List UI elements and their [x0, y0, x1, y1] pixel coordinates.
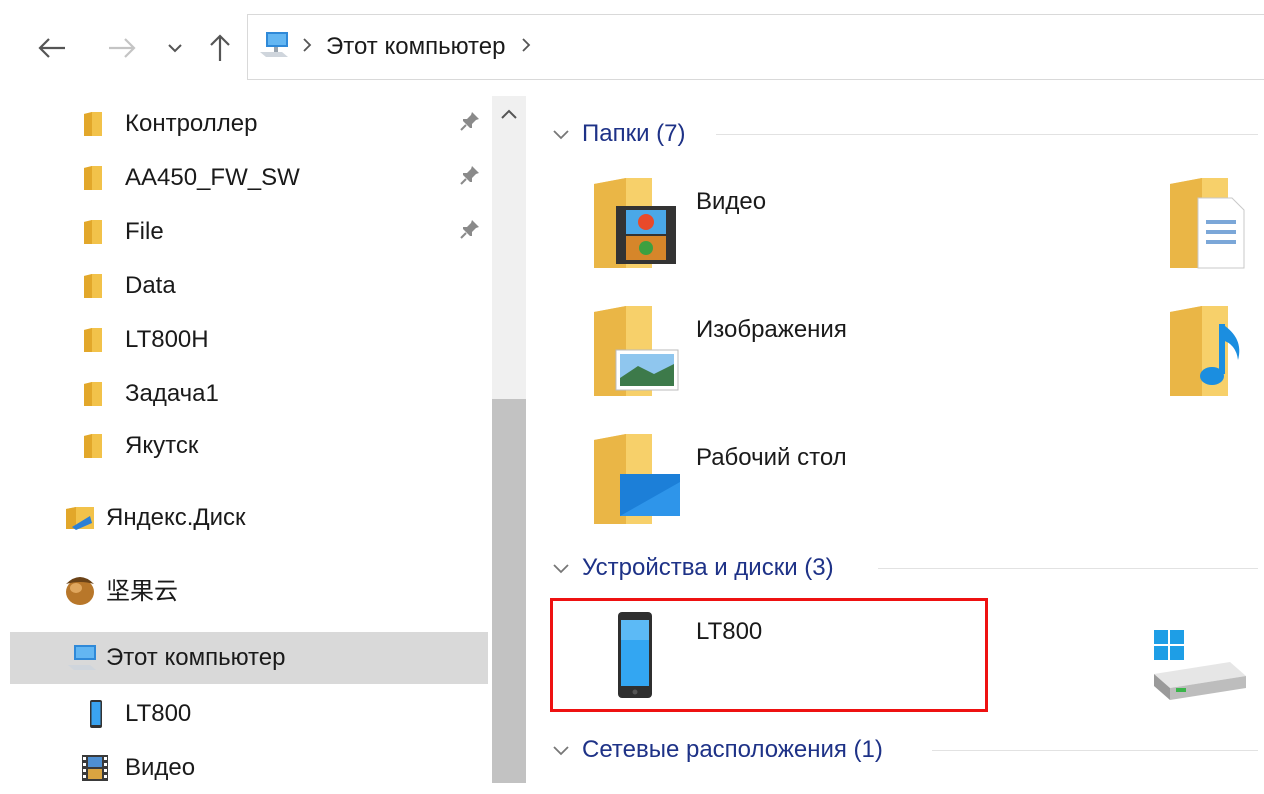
group-divider: [932, 750, 1258, 751]
sidebar-item-zadacha1[interactable]: Задача1: [0, 368, 490, 420]
forward-button[interactable]: [100, 30, 144, 66]
sidebar-item-lt800h[interactable]: LT800H: [0, 314, 490, 366]
sidebar-item-kontroller[interactable]: Контроллер: [0, 98, 490, 150]
sidebar-item-label: Задача1: [125, 380, 219, 407]
sidebar-item-label: Data: [125, 272, 176, 299]
folder-tile-video[interactable]: Видео: [586, 176, 1086, 276]
sidebar-scrollbar[interactable]: [492, 96, 526, 783]
tile-label: Видео: [696, 188, 767, 215]
breadcrumb-expand-icon[interactable]: [521, 37, 531, 58]
folder-icon: [82, 380, 104, 408]
group-divider: [716, 134, 1258, 135]
scroll-up-button[interactable]: [492, 96, 526, 132]
sidebar-item-label: AA450_FW_SW: [125, 164, 300, 191]
sidebar-item-yakutsk[interactable]: Якутск: [0, 420, 490, 472]
pin-icon[interactable]: [458, 217, 482, 248]
arrow-left-icon: [38, 38, 65, 58]
sidebar-item-this-pc[interactable]: Этот компьютер: [10, 632, 488, 684]
group-title: Устройства и диски (3): [582, 554, 834, 581]
video-icon: [80, 753, 110, 783]
sidebar-item-label: LT800: [125, 700, 192, 727]
video-folder-icon: [586, 176, 682, 277]
group-divider: [878, 568, 1258, 569]
group-title: Папки (7): [582, 120, 686, 147]
computer-icon: [258, 30, 292, 65]
highlight-box: [550, 598, 988, 712]
sidebar-item-video[interactable]: Видео: [0, 742, 490, 794]
sidebar-item-yandex-disk[interactable]: Яндекс.Диск: [0, 492, 490, 544]
group-header-folders[interactable]: Папки (7): [552, 114, 686, 154]
folder-icon: [82, 164, 104, 192]
sidebar-item-label: LT800H: [125, 326, 209, 353]
group-title: Сетевые расположения (1): [582, 736, 883, 763]
tile-label: Рабочий стол: [696, 444, 847, 471]
pin-icon[interactable]: [458, 163, 482, 194]
sidebar-item-jianguoyun[interactable]: 坚果云: [0, 562, 490, 614]
pictures-folder-icon: [586, 304, 682, 405]
sidebar-item-label: 坚果云: [106, 576, 178, 605]
chevron-down-icon: [552, 744, 570, 756]
sidebar-item-file[interactable]: File: [0, 206, 490, 258]
sidebar-item-data[interactable]: Data: [0, 260, 490, 312]
music-folder-icon: [1162, 304, 1258, 405]
chevron-down-icon: [552, 128, 570, 140]
phone-device-icon: [88, 699, 104, 729]
folder-tile-pictures[interactable]: Изображения: [586, 304, 1086, 404]
folder-tile-music[interactable]: [1162, 304, 1264, 404]
device-tile-local-disk[interactable]: [1150, 626, 1264, 710]
sidebar-item-label: Этот компьютер: [106, 644, 286, 671]
chevron-down-icon: [168, 44, 182, 53]
folder-tile-documents[interactable]: [1162, 176, 1264, 276]
sidebar-item-label: Якутск: [125, 432, 199, 459]
arrow-up-icon: [210, 34, 230, 61]
group-header-devices[interactable]: Устройства и диски (3): [552, 548, 834, 588]
scroll-thumb[interactable]: [492, 399, 526, 783]
up-button[interactable]: [200, 30, 240, 66]
pin-icon[interactable]: [458, 109, 482, 140]
tile-label: Изображения: [696, 316, 847, 343]
folder-icon: [82, 218, 104, 246]
breadcrumb-separator-icon: [302, 37, 312, 58]
documents-folder-icon: [1162, 176, 1258, 277]
desktop-folder-icon: [586, 432, 682, 533]
sidebar-item-aa450[interactable]: AA450_FW_SW: [0, 152, 490, 204]
nut-icon: [60, 568, 100, 608]
sidebar-item-label: File: [125, 218, 164, 245]
address-bar[interactable]: Этот компьютер: [247, 14, 1264, 80]
recent-locations-button[interactable]: [160, 30, 190, 66]
sidebar-item-label: Видео: [125, 754, 196, 781]
sidebar-item-lt800[interactable]: LT800: [0, 688, 490, 740]
breadcrumb-this-pc[interactable]: Этот компьютер: [326, 33, 505, 61]
folder-icon: [82, 110, 104, 138]
folder-icon: [82, 272, 104, 300]
chevron-down-icon: [552, 562, 570, 574]
folder-icon: [82, 326, 104, 354]
chevron-up-icon: [501, 109, 517, 119]
computer-icon: [66, 643, 100, 673]
folder-icon: [82, 432, 104, 460]
sidebar-item-label: Яндекс.Диск: [106, 504, 246, 531]
arrow-right-icon: [109, 38, 136, 58]
folder-tile-desktop[interactable]: Рабочий стол: [586, 432, 1086, 532]
system-drive-icon: [1150, 626, 1250, 711]
back-button[interactable]: [30, 30, 74, 66]
sidebar-item-label: Контроллер: [125, 110, 258, 137]
navigation-pane: Контроллер AA450_FW_SW File Data LT800H …: [0, 96, 492, 783]
yandex-disk-icon: [64, 503, 98, 533]
group-header-network[interactable]: Сетевые расположения (1): [552, 730, 883, 770]
